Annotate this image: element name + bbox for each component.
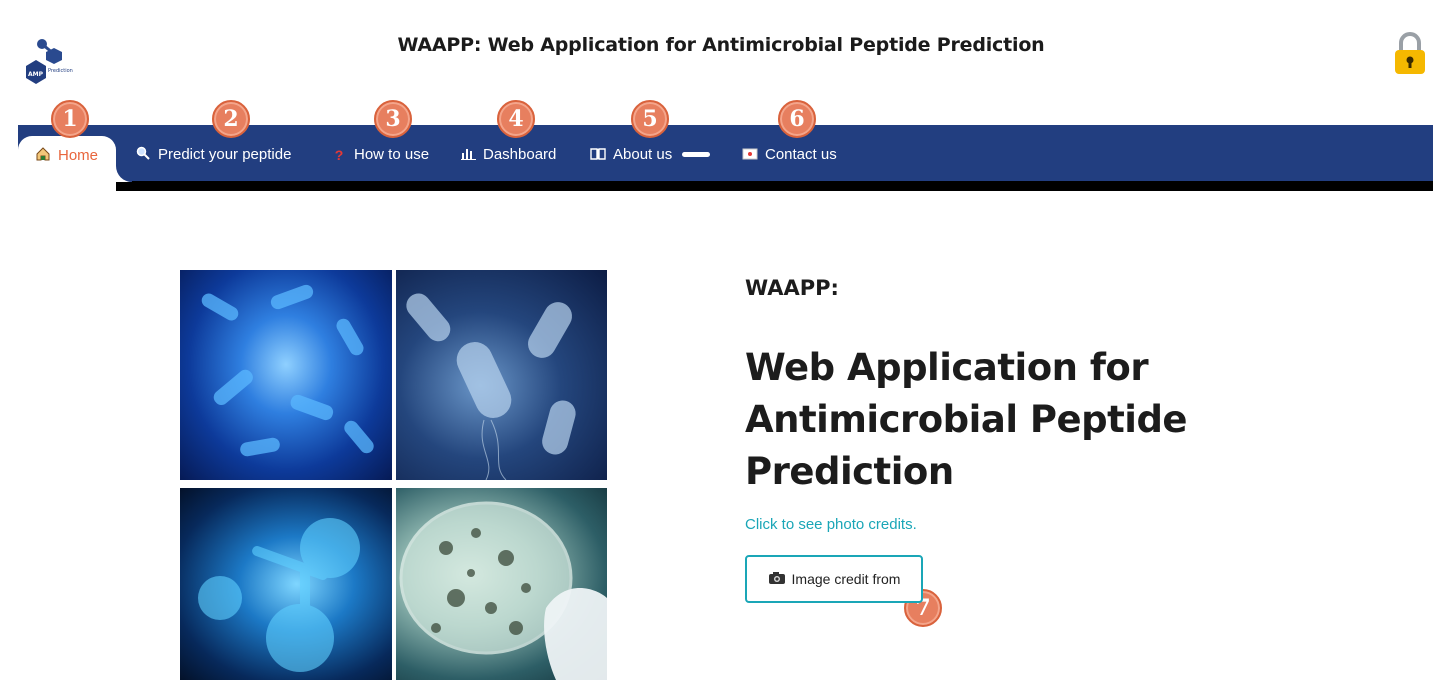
step-badge-6: 6 [778, 100, 816, 138]
chevron-down-icon [682, 152, 711, 157]
nav-how-to-use-label: How to use [354, 146, 430, 163]
photo-grid [180, 270, 607, 680]
step-badge-5: 5 [631, 100, 669, 138]
step-badge-1: 1 [51, 100, 89, 138]
headline-line-1: Web Application for [745, 346, 1149, 389]
bacteria-photo [180, 270, 392, 480]
microbe-photo [396, 270, 607, 480]
image-credit-button[interactable]: Image credit from [745, 555, 923, 603]
nav-home-label: Home [58, 147, 99, 164]
book-icon [589, 147, 607, 163]
envelope-icon [741, 147, 759, 163]
question-icon: ? [334, 146, 344, 163]
image-credit-label: Image credit from [791, 571, 901, 587]
camera-icon [768, 571, 786, 588]
magnifier-icon [134, 146, 152, 163]
nav-predict[interactable]: Predict your peptide [134, 146, 291, 163]
headline-line-3: Prediction [745, 450, 954, 493]
step-badge-3: 3 [374, 100, 412, 138]
lock-icon[interactable] [1392, 30, 1428, 76]
step-badge-2: 2 [212, 100, 250, 138]
page-headline: Web Application for Antimicrobial Peptid… [745, 342, 1225, 498]
petri-dish-photo [396, 488, 607, 680]
logo-text-prediction: Prediction [48, 68, 73, 74]
logo-text-amp: AMP [28, 71, 44, 78]
nav-contact-us-label: Contact us [765, 146, 837, 163]
home-tab-curve [116, 166, 132, 182]
photo-credits-link[interactable]: Click to see photo credits. [745, 516, 917, 533]
nav-dashboard-label: Dashboard [483, 146, 557, 163]
nav-about-us[interactable]: About us [589, 146, 711, 163]
bar-chart-icon [459, 147, 477, 163]
nav-how-to-use[interactable]: ? How to use [330, 146, 429, 163]
navbar-shadow [116, 181, 1433, 191]
nav-about-us-label: About us [613, 146, 673, 163]
molecule-photo [180, 488, 392, 680]
nav-home[interactable]: Home [34, 146, 98, 165]
app-title: WAAPP: Web Application for Antimicrobial… [397, 34, 1045, 56]
step-badge-4: 4 [497, 100, 535, 138]
headline-line-2: Antimicrobial Peptide [745, 398, 1188, 441]
nav-predict-label: Predict your peptide [158, 146, 292, 163]
nav-contact-us[interactable]: Contact us [741, 146, 837, 163]
waapp-label: WAAPP: [745, 276, 839, 300]
nav-dashboard[interactable]: Dashboard [459, 146, 556, 163]
house-icon [34, 146, 52, 165]
